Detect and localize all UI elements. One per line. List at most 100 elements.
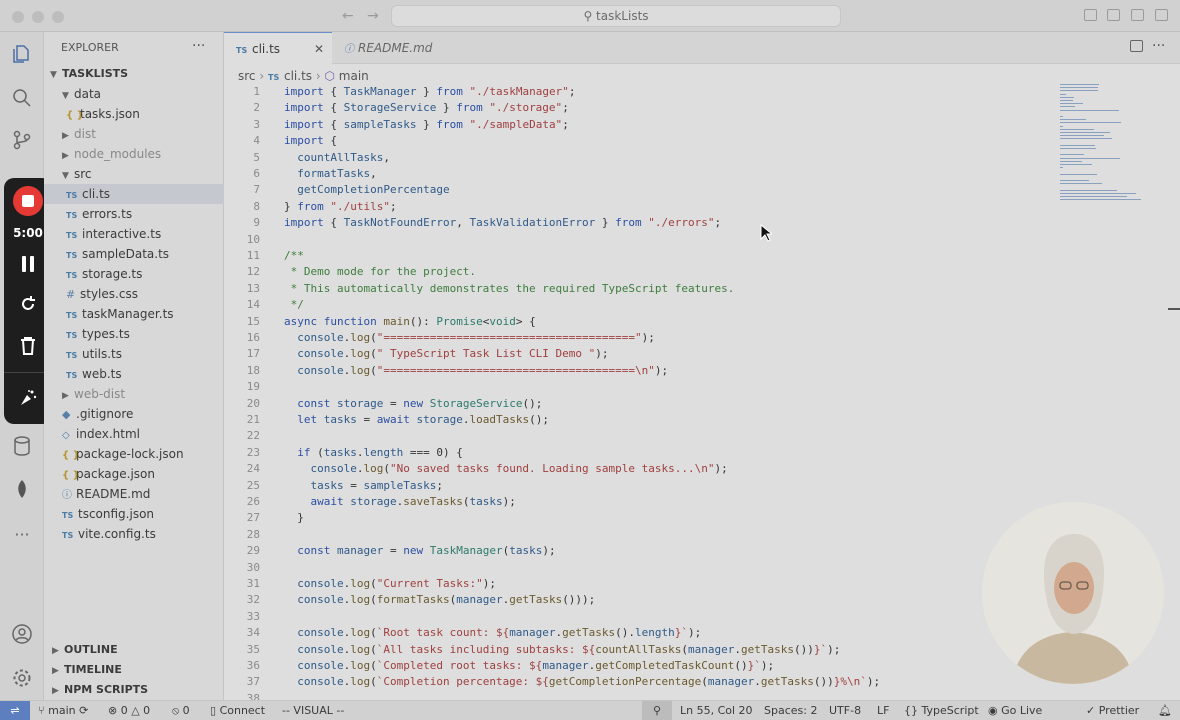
explorer-more-icon[interactable]: ··· [192, 38, 205, 54]
outline-section[interactable]: ▶ OUTLINE [52, 640, 118, 660]
code-token: new [403, 396, 424, 410]
file-item[interactable]: TS cli.ts [44, 184, 224, 204]
code-text: } [284, 510, 304, 526]
folder-item[interactable]: ▶ web-dist [44, 384, 224, 404]
file-item[interactable]: ◇ index.html [44, 424, 224, 444]
file-item[interactable]: TS storage.ts [44, 264, 224, 284]
minimap-line [1060, 106, 1076, 108]
maximize-window-button[interactable] [52, 11, 64, 23]
remote-indicator-icon[interactable]: ⇌ [0, 701, 30, 720]
account-icon[interactable] [10, 622, 34, 646]
code-token: > { [515, 314, 536, 328]
close-tab-icon[interactable]: ✕ [314, 33, 324, 65]
forward-arrow-icon[interactable]: → [367, 8, 379, 24]
more-icon[interactable]: ··· [10, 522, 34, 546]
file-item[interactable]: TS interactive.ts [44, 224, 224, 244]
tree-item-label: vite.config.ts [78, 527, 156, 541]
breadcrumb-symbol[interactable]: main [339, 69, 369, 83]
code-token: getTasks [562, 626, 616, 640]
code-text: console.log("===========================… [284, 363, 668, 379]
command-center-search[interactable]: ⚲ taskLists [391, 5, 841, 27]
file-item[interactable]: TS tsconfig.json [44, 504, 224, 524]
editor-more-icon[interactable]: ··· [1152, 38, 1165, 54]
code-token: from [456, 101, 483, 115]
back-arrow-icon[interactable]: ← [342, 8, 354, 24]
minimap[interactable] [1060, 84, 1160, 294]
folder-item[interactable]: ▶ dist [44, 124, 224, 144]
minimap-line [1060, 100, 1073, 101]
file-item[interactable]: # styles.css [44, 284, 224, 304]
code-token: ); [827, 642, 841, 656]
go-live-button[interactable]: ◉ Go Live [988, 701, 1042, 720]
pause-icon[interactable] [20, 256, 36, 272]
tree-item-label: index.html [76, 427, 140, 441]
toggle-primary-sidebar-icon[interactable] [1084, 9, 1097, 21]
toggle-panel-icon[interactable] [1107, 9, 1120, 21]
folder-item[interactable]: ▼ data [44, 84, 224, 104]
breadcrumb-file[interactable]: cli.ts [284, 69, 312, 83]
customize-layout-icon[interactable] [1155, 9, 1168, 21]
file-item[interactable]: TS utils.ts [44, 344, 224, 364]
timeline-section[interactable]: ▶ TIMELINE [52, 660, 122, 680]
file-item[interactable]: TS vite.config.ts [44, 524, 224, 544]
json-icon: { } [62, 450, 80, 461]
notifications-icon[interactable]: 🔔︎ [1158, 701, 1172, 720]
trash-icon[interactable] [19, 336, 37, 359]
prettier-indicator[interactable]: ✓ Prettier [1086, 701, 1139, 720]
file-item[interactable]: TS web.ts [44, 364, 224, 384]
tab-readme-md[interactable]: ⓘ README.md [332, 32, 458, 64]
code-text: console.log(" TypeScript Task List CLI D… [284, 346, 608, 362]
code-token: log [350, 675, 371, 689]
connect-button[interactable]: ▯ Connect [210, 701, 265, 720]
file-item[interactable]: { }package-lock.json [44, 444, 224, 464]
code-token: ( [370, 675, 377, 689]
breadcrumb-folder[interactable]: src [238, 69, 256, 83]
file-item[interactable]: { }tasks.json [44, 104, 224, 124]
stop-recording-button[interactable] [13, 186, 43, 216]
code-text: * Demo mode for the project. [284, 264, 476, 280]
search-icon[interactable] [10, 86, 34, 110]
language-mode[interactable]: {} TypeScript [904, 701, 979, 720]
file-item[interactable]: ◆ .gitignore [44, 404, 224, 424]
code-text: tasks = sampleTasks; [284, 478, 443, 494]
minimize-window-button[interactable] [32, 11, 44, 23]
code-token: tasks [310, 478, 344, 492]
zoom-icon[interactable]: ⚲ [642, 701, 672, 720]
file-item[interactable]: TS errors.ts [44, 204, 224, 224]
database-icon[interactable] [10, 434, 34, 458]
close-window-button[interactable] [12, 11, 24, 23]
source-control-icon[interactable] [10, 128, 34, 152]
restart-icon[interactable] [18, 294, 38, 317]
file-item[interactable]: TS types.ts [44, 324, 224, 344]
ports-indicator[interactable]: ⦸ 0 [172, 701, 190, 720]
folder-item[interactable]: ▶ node_modules [44, 144, 224, 164]
file-item[interactable]: ⓘ README.md [44, 484, 224, 504]
minimap-line [1060, 173, 1097, 175]
leaf-icon[interactable] [10, 478, 34, 502]
code-token: ( [370, 331, 377, 344]
folder-item[interactable]: ▼ src [44, 164, 224, 184]
minimap-line [1060, 167, 1063, 169]
file-item[interactable]: TS taskManager.ts [44, 304, 224, 324]
line-number: 31 [246, 577, 260, 590]
file-item[interactable]: { }package.json [44, 464, 224, 484]
workspace-root[interactable]: ▼ TASKLISTS [44, 64, 224, 84]
encoding[interactable]: UTF-8 [829, 701, 861, 720]
settings-gear-icon[interactable] [10, 666, 34, 690]
tab-cli-ts[interactable]: TS cli.ts ✕ [224, 32, 332, 64]
branch-indicator[interactable]: ⑂ main ⟳ [38, 701, 88, 720]
effects-icon[interactable] [18, 388, 38, 411]
file-item[interactable]: TS sampleData.ts [44, 244, 224, 264]
code-text: countAllTasks, [284, 150, 390, 166]
indentation[interactable]: Spaces: 2 [764, 701, 817, 720]
cursor-position[interactable]: Ln 55, Col 20 [680, 701, 753, 720]
line-ending[interactable]: LF [877, 701, 889, 720]
split-editor-icon[interactable] [1130, 40, 1143, 52]
code-text: console.log(`Root task count: ${manager.… [284, 625, 701, 641]
toggle-secondary-sidebar-icon[interactable] [1131, 9, 1144, 21]
explorer-icon[interactable] [10, 42, 34, 66]
npm-scripts-section[interactable]: ▶ NPM SCRIPTS [52, 680, 148, 700]
problems-indicator[interactable]: ⊗ 0 △ 0 [108, 701, 150, 720]
